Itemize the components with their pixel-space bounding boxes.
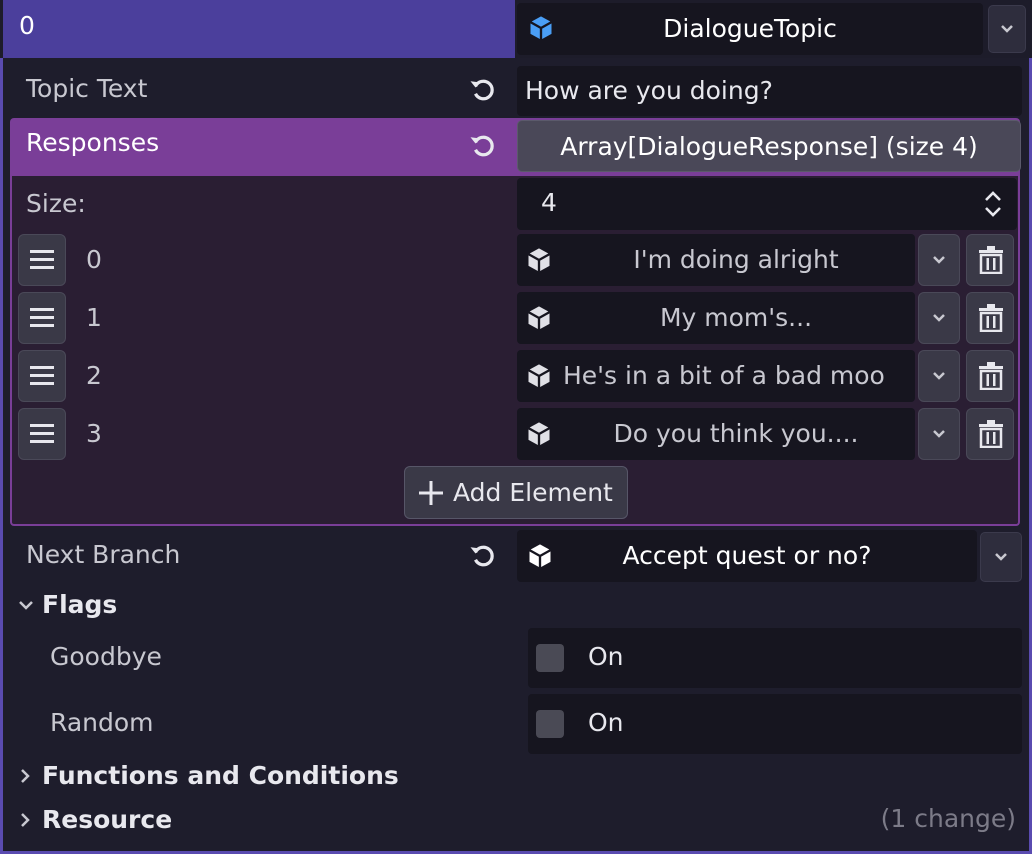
response-value: He's in a bit of a bad moo: [563, 361, 885, 390]
chevron-down-icon: [933, 372, 945, 380]
topic-text-value: How are you doing?: [525, 76, 773, 105]
random-checkbox[interactable]: [536, 710, 564, 738]
response-resource-field[interactable]: Do you think you....: [517, 408, 915, 460]
next-branch-resource-field[interactable]: Accept quest or no?: [517, 530, 977, 582]
array-index-header[interactable]: 0: [3, 0, 515, 58]
drag-handle-icon[interactable]: [18, 292, 66, 344]
response-resource-field[interactable]: He's in a bit of a bad moo: [517, 350, 915, 402]
random-checkbox-field[interactable]: On: [528, 694, 1022, 754]
goodbye-checkbox[interactable]: [536, 644, 564, 672]
item-index: 3: [86, 419, 102, 448]
next-branch-value: Accept quest or no?: [622, 541, 872, 570]
responses-label: Responses: [26, 128, 160, 157]
flags-section-title[interactable]: Flags: [42, 590, 117, 619]
item-index: 0: [86, 245, 102, 274]
plus-icon: [419, 481, 443, 505]
size-label: Size:: [26, 189, 86, 218]
dialogue-topic-resource-field[interactable]: DialogueTopic: [517, 3, 983, 55]
response-value: I'm doing alright: [633, 245, 839, 274]
resource-cube-icon: [527, 364, 551, 388]
array-summary-label: Array[DialogueResponse] (size 4): [560, 132, 978, 161]
add-element-label: Add Element: [453, 478, 613, 507]
chevron-down-icon[interactable]: [18, 600, 34, 612]
responses-array-button[interactable]: Array[DialogueResponse] (size 4): [517, 120, 1021, 172]
next-branch-label: Next Branch: [26, 540, 181, 569]
array-index-label: 0: [19, 11, 35, 40]
revert-icon[interactable]: [468, 75, 498, 105]
topic-text-label: Topic Text: [26, 74, 148, 103]
goodbye-checkbox-field[interactable]: On: [528, 628, 1022, 688]
size-spinbox[interactable]: 4: [517, 178, 1017, 230]
chevron-down-icon: [933, 430, 945, 438]
revert-icon[interactable]: [468, 541, 498, 571]
random-check-label: On: [588, 708, 624, 737]
response-dropdown-button[interactable]: [918, 234, 960, 286]
response-value: My mom's...: [659, 303, 813, 332]
revert-icon[interactable]: [468, 131, 498, 161]
drag-handle-icon[interactable]: [18, 408, 66, 460]
resource-section-title[interactable]: Resource: [42, 805, 172, 834]
goodbye-label: Goodbye: [50, 642, 162, 671]
response-dropdown-button[interactable]: [918, 408, 960, 460]
resource-type-label: DialogueTopic: [663, 14, 837, 43]
spin-arrows-icon[interactable]: [983, 190, 1003, 218]
header-row: 0 DialogueTopic: [0, 0, 1032, 58]
chevron-down-icon: [1001, 25, 1013, 33]
resource-dropdown-button[interactable]: [988, 5, 1026, 53]
chevron-down-icon: [933, 256, 945, 264]
chevron-right-icon[interactable]: [20, 812, 32, 828]
response-value: Do you think you....: [613, 419, 859, 448]
topic-text-input[interactable]: How are you doing?: [517, 66, 1022, 116]
functions-section-title[interactable]: Functions and Conditions: [42, 761, 399, 790]
random-label: Random: [50, 708, 154, 737]
resource-cube-icon: [527, 248, 551, 272]
drag-handle-icon[interactable]: [18, 350, 66, 402]
response-dropdown-button[interactable]: [918, 350, 960, 402]
trash-icon[interactable]: [966, 234, 1014, 286]
drag-handle-icon[interactable]: [18, 234, 66, 286]
next-branch-dropdown-button[interactable]: [980, 532, 1022, 582]
resource-cube-icon: [527, 422, 551, 446]
chevron-down-icon: [933, 314, 945, 322]
chevron-down-icon: [995, 553, 1007, 561]
add-element-button[interactable]: Add Element: [404, 466, 628, 519]
response-resource-field[interactable]: I'm doing alright: [517, 234, 915, 286]
trash-icon[interactable]: [966, 408, 1014, 460]
change-count-label: (1 change): [880, 804, 1016, 833]
goodbye-check-label: On: [588, 642, 624, 671]
size-value: 4: [541, 188, 557, 217]
item-index: 1: [86, 303, 102, 332]
response-resource-field[interactable]: My mom's...: [517, 292, 915, 344]
resource-cube-icon: [527, 306, 551, 330]
response-dropdown-button[interactable]: [918, 292, 960, 344]
chevron-right-icon[interactable]: [20, 768, 32, 784]
item-index: 2: [86, 361, 102, 390]
trash-icon[interactable]: [966, 292, 1014, 344]
trash-icon[interactable]: [966, 350, 1014, 402]
